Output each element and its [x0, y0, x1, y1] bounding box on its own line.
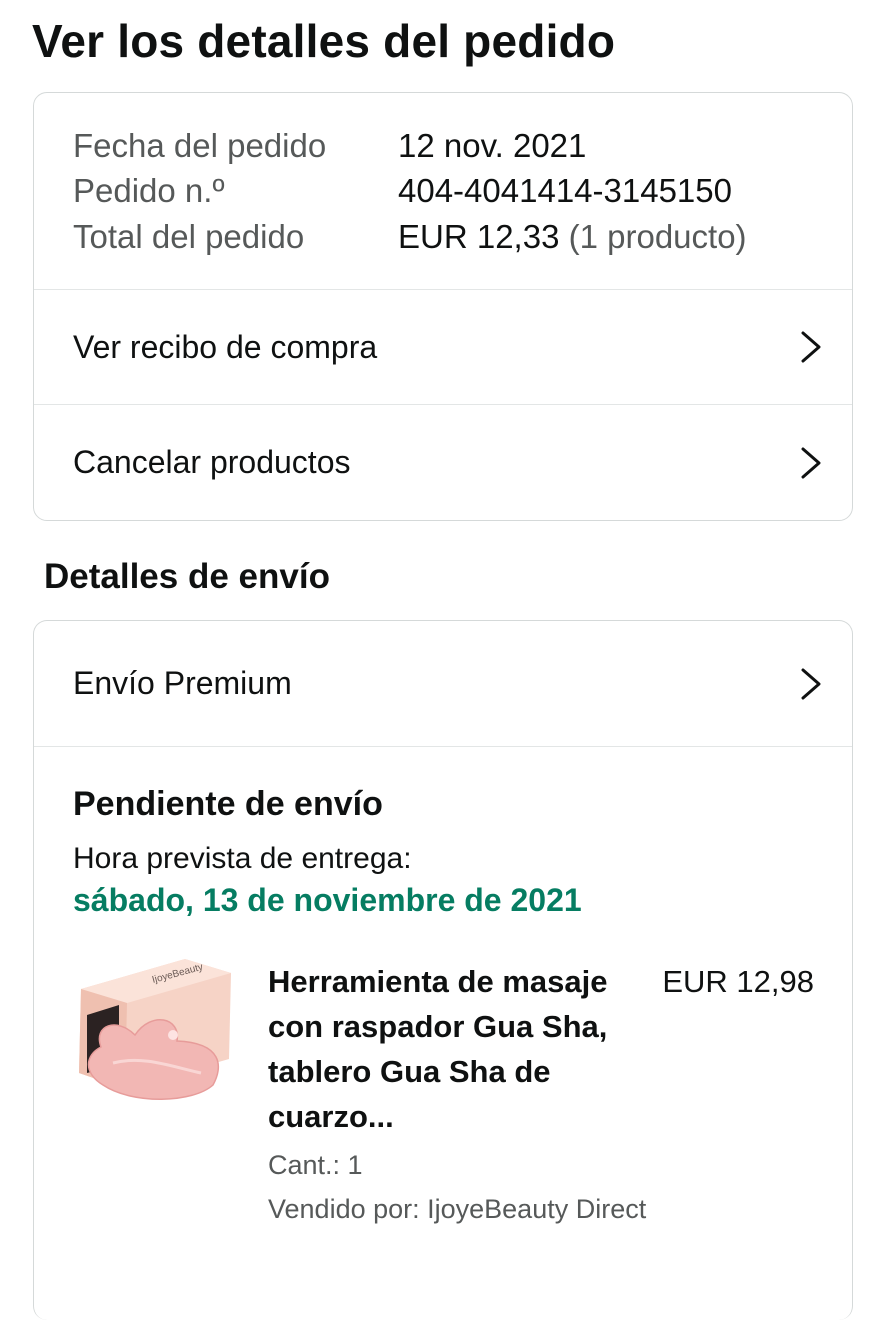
order-total-row: Total del pedido EUR 12,33 (1 producto)	[34, 214, 852, 260]
order-total-value: EUR 12,33 (1 producto)	[398, 218, 747, 256]
order-date-label: Fecha del pedido	[73, 126, 327, 164]
product-item: IjoyeBeauty Herramienta de masaje con ra…	[73, 955, 852, 1235]
page-title: Ver los detalles del pedido	[32, 15, 616, 67]
product-title-link[interactable]: Herramienta de masaje con raspador Gua S…	[268, 959, 628, 1139]
cancel-products-link[interactable]: Cancelar productos	[34, 405, 852, 520]
product-quantity: Cant.: 1	[268, 1150, 363, 1180]
order-number-row: Pedido n.º 404-4041414-3145150	[34, 169, 852, 215]
shipping-section-title: Detalles de envío	[44, 557, 330, 596]
order-number-label: Pedido n.º	[73, 172, 225, 210]
product-price: EUR 12,98	[662, 964, 814, 999]
view-receipt-link[interactable]: Ver recibo de compra	[34, 290, 852, 405]
shipment-status: Pendiente de envío Hora prevista de entr…	[34, 747, 852, 1235]
shipping-card: Envío Premium Pendiente de envío Hora pr…	[33, 620, 853, 1320]
order-summary-card: Fecha del pedido 12 nov. 2021 Pedido n.º…	[33, 92, 853, 521]
cancel-products-label: Cancelar productos	[73, 444, 351, 480]
order-total-label: Total del pedido	[73, 217, 305, 255]
shipment-status-title: Pendiente de envío	[73, 785, 383, 823]
order-date-row: Fecha del pedido 12 nov. 2021	[34, 123, 852, 169]
chevron-right-icon	[801, 331, 821, 363]
product-seller: Vendido por: IjoyeBeauty Direct	[268, 1194, 647, 1224]
product-thumbnail[interactable]: IjoyeBeauty	[73, 955, 233, 1107]
shipping-method-label: Envío Premium	[73, 665, 292, 701]
product-meta: Cant.: 1 Vendido por: IjoyeBeauty Direct	[268, 1143, 646, 1231]
chevron-right-icon	[801, 447, 821, 478]
order-info: Fecha del pedido 12 nov. 2021 Pedido n.º…	[34, 93, 852, 290]
delivery-estimate-label: Hora prevista de entrega:	[73, 842, 412, 875]
chevron-right-icon	[801, 668, 821, 699]
order-date-value: 12 nov. 2021	[398, 126, 587, 164]
order-total-amount: EUR 12,33	[398, 217, 560, 255]
view-receipt-label: Ver recibo de compra	[73, 328, 378, 365]
delivery-date: sábado, 13 de noviembre de 2021	[73, 882, 582, 918]
order-total-count: (1 producto)	[568, 217, 747, 255]
shipping-method-link[interactable]: Envío Premium	[34, 621, 852, 747]
order-number-value: 404-4041414-3145150	[398, 172, 732, 210]
